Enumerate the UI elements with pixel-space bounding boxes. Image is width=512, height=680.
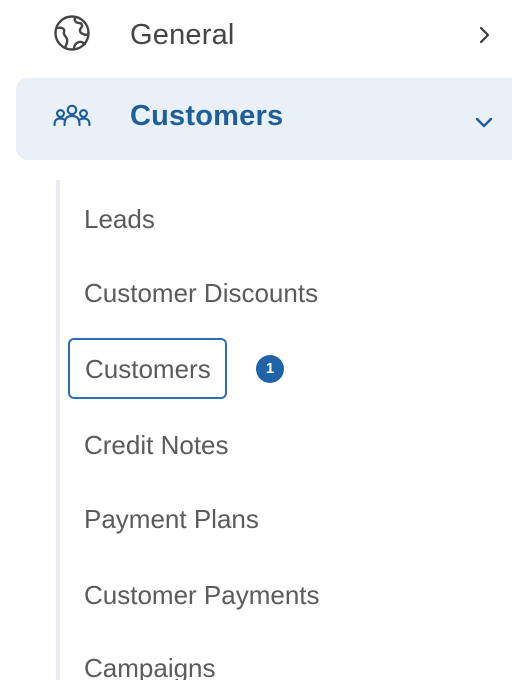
submenu-item-campaigns[interactable]: Campaigns: [84, 652, 216, 680]
sidebar-nav: General Customers Leads Customer Discoun…: [0, 0, 512, 680]
chevron-down-icon: [472, 110, 496, 134]
nav-item-label: Customers: [130, 100, 284, 132]
submenu-item-customer-discounts[interactable]: Customer Discounts: [84, 277, 318, 309]
chevron-right-icon: [472, 23, 496, 47]
nav-item-label: General: [130, 19, 235, 51]
submenu-item-credit-notes[interactable]: Credit Notes: [84, 429, 229, 461]
customers-submenu: Leads Customer Discounts Customers 1 Cre…: [56, 180, 512, 680]
globe-icon: [52, 13, 92, 53]
users-icon: [52, 98, 92, 138]
submenu-item-payment-plans[interactable]: Payment Plans: [84, 503, 259, 535]
nav-item-general[interactable]: General: [16, 0, 512, 77]
submenu-item-customers[interactable]: Customers: [68, 338, 227, 399]
submenu-item-customer-payments[interactable]: Customer Payments: [84, 579, 320, 611]
notification-badge: 1: [256, 355, 284, 383]
nav-item-customers[interactable]: Customers: [16, 78, 512, 160]
submenu-item-leads[interactable]: Leads: [84, 203, 155, 235]
